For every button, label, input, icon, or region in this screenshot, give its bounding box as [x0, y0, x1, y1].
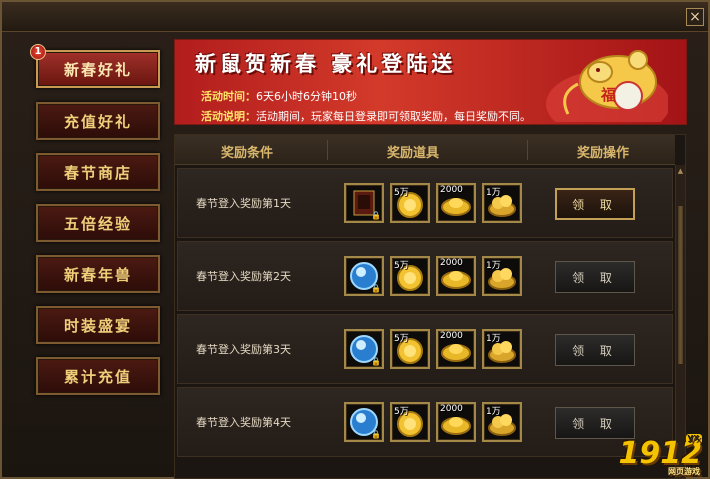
- event-time: 活动时间：6天6小时6分钟10秒: [201, 88, 357, 104]
- event-time-value: 6天6小时6分钟10秒: [256, 90, 357, 103]
- event-time-label: 活动时间：: [201, 90, 256, 103]
- table-row: 春节登入奖励第4天 🔒 5万 2000 1万 领 取: [177, 387, 673, 457]
- title-bar: ×: [2, 2, 708, 32]
- blue-orb-icon[interactable]: 🔒: [344, 256, 384, 296]
- item-count: 5万: [394, 261, 409, 271]
- item-count: 5万: [394, 334, 409, 344]
- nav-item-new-year-gifts[interactable]: 新春好礼: [36, 50, 160, 88]
- item-count: 2000: [440, 185, 463, 195]
- gold-coin-icon[interactable]: 5万: [390, 256, 430, 296]
- gold-coin-icon[interactable]: 5万: [390, 329, 430, 369]
- item-count: 1万: [486, 334, 501, 344]
- header-condition: 奖励条件: [221, 146, 274, 161]
- header-action: 奖励操作: [577, 146, 630, 161]
- scrollbar[interactable]: ▲ ▼: [675, 165, 685, 478]
- row-condition: 春节登入奖励第3天: [196, 343, 291, 356]
- item-count: 2000: [440, 331, 463, 341]
- gold-pile-icon[interactable]: 1万: [482, 402, 522, 442]
- item-count: 1万: [486, 261, 501, 271]
- table-row: 春节登入奖励第2天 🔒 5万 2000 1万 领 取: [177, 241, 673, 311]
- header-divider: [527, 140, 528, 160]
- lock-icon: 🔒: [371, 357, 381, 366]
- blue-orb-icon[interactable]: 🔒: [344, 329, 384, 369]
- item-count: 5万: [394, 188, 409, 198]
- item-count: 2000: [440, 404, 463, 414]
- event-banner: 新鼠贺新春 豪礼登陆送 活动时间：6天6小时6分钟10秒 活动说明：活动期间，玩…: [174, 39, 687, 125]
- item-count: 5万: [394, 407, 409, 417]
- event-description: 活动说明：活动期间，玩家每日登录即可领取奖励，每日奖励不同。: [201, 108, 531, 124]
- lock-icon: 🔒: [371, 211, 381, 220]
- banner-title: 新鼠贺新春 豪礼登陆送: [195, 51, 457, 76]
- header-items: 奖励道具: [387, 146, 440, 161]
- nav-item-five-x-exp[interactable]: 五倍经验: [36, 204, 160, 242]
- item-count: 2000: [440, 258, 463, 268]
- scroll-thumb[interactable]: [677, 205, 684, 365]
- lock-icon: 🔒: [371, 430, 381, 439]
- item-count: 1万: [486, 188, 501, 198]
- event-description-label: 活动说明：: [201, 110, 256, 123]
- reward-table: 奖励条件 奖励道具 奖励操作 春节登入奖励第1天 🔒 5万 2000 1万 领 …: [174, 134, 686, 479]
- event-window: × 1 新春好礼 充值好礼 春节商店 五倍经验 新春年兽 时装盛宴 累计充值 新…: [0, 0, 710, 479]
- gold-pile-icon[interactable]: 1万: [482, 256, 522, 296]
- notification-badge: 1: [30, 44, 46, 60]
- table-header: 奖励条件 奖励道具 奖励操作: [175, 135, 675, 165]
- nav-item-festival-shop[interactable]: 春节商店: [36, 153, 160, 191]
- claim-button[interactable]: 领 取: [555, 334, 635, 366]
- nav-item-nian-beast[interactable]: 新春年兽: [36, 255, 160, 293]
- rat-lantern-icon: [546, 50, 668, 122]
- claim-button[interactable]: 领 取: [555, 407, 635, 439]
- site-watermark: 1912 yx 网页游戏: [619, 434, 702, 476]
- fortune-glyph: 福: [600, 86, 616, 104]
- gold-ingot-icon[interactable]: 2000: [436, 183, 476, 223]
- blue-orb-icon[interactable]: 🔒: [344, 402, 384, 442]
- gold-pile-icon[interactable]: 1万: [482, 329, 522, 369]
- header-divider: [327, 140, 328, 160]
- gold-coin-icon[interactable]: 5万: [390, 402, 430, 442]
- nav-item-cumulative-recharge[interactable]: 累计充值: [36, 357, 160, 395]
- table-row: 春节登入奖励第1天 🔒 5万 2000 1万 领 取: [177, 168, 673, 238]
- row-condition: 春节登入奖励第4天: [196, 416, 291, 429]
- row-condition: 春节登入奖励第2天: [196, 270, 291, 283]
- item-count: 1万: [486, 407, 501, 417]
- event-description-value: 活动期间，玩家每日登录即可领取奖励，每日奖励不同。: [256, 110, 531, 123]
- gold-pile-icon[interactable]: 1万: [482, 183, 522, 223]
- table-row: 春节登入奖励第3天 🔒 5万 2000 1万 领 取: [177, 314, 673, 384]
- gold-ingot-icon[interactable]: 2000: [436, 402, 476, 442]
- gold-coin-icon[interactable]: 5万: [390, 183, 430, 223]
- watermark-tag: yx: [686, 434, 702, 444]
- row-condition: 春节登入奖励第1天: [196, 197, 291, 210]
- armor-icon[interactable]: 🔒: [344, 183, 384, 223]
- claim-button[interactable]: 领 取: [555, 261, 635, 293]
- scroll-up-icon[interactable]: ▲: [677, 167, 684, 177]
- claim-button[interactable]: 领 取: [555, 188, 635, 220]
- gold-ingot-icon[interactable]: 2000: [436, 329, 476, 369]
- nav-item-fashion-feast[interactable]: 时装盛宴: [36, 306, 160, 344]
- nav-item-recharge-gifts[interactable]: 充值好礼: [36, 102, 160, 140]
- close-button[interactable]: ×: [686, 8, 704, 26]
- gold-ingot-icon[interactable]: 2000: [436, 256, 476, 296]
- close-icon: ×: [689, 9, 701, 25]
- watermark-subtext: 网页游戏: [668, 467, 700, 476]
- lock-icon: 🔒: [371, 284, 381, 293]
